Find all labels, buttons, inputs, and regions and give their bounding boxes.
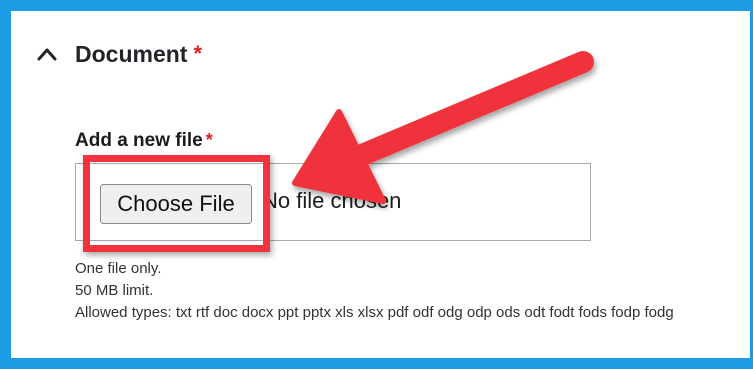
file-field-description: One file only. 50 MB limit. Allowed type… (75, 258, 740, 324)
file-field-label: Add a new file * (75, 130, 213, 152)
description-size-limit: 50 MB limit. (75, 282, 154, 299)
file-status-text: No file chosen (262, 188, 402, 213)
annotation-highlight-box (83, 155, 270, 252)
chevron-up-icon[interactable] (36, 46, 58, 62)
required-indicator: * (205, 130, 213, 150)
required-indicator: * (193, 41, 203, 66)
section-header-document[interactable]: Document * (36, 38, 202, 70)
file-field-label-text: Add a new file (75, 130, 203, 151)
section-title: Document (75, 40, 188, 67)
description-file-count: One file only. (75, 260, 162, 277)
description-allowed-types: Allowed types: txt rtf doc docx ppt pptx… (75, 304, 674, 321)
